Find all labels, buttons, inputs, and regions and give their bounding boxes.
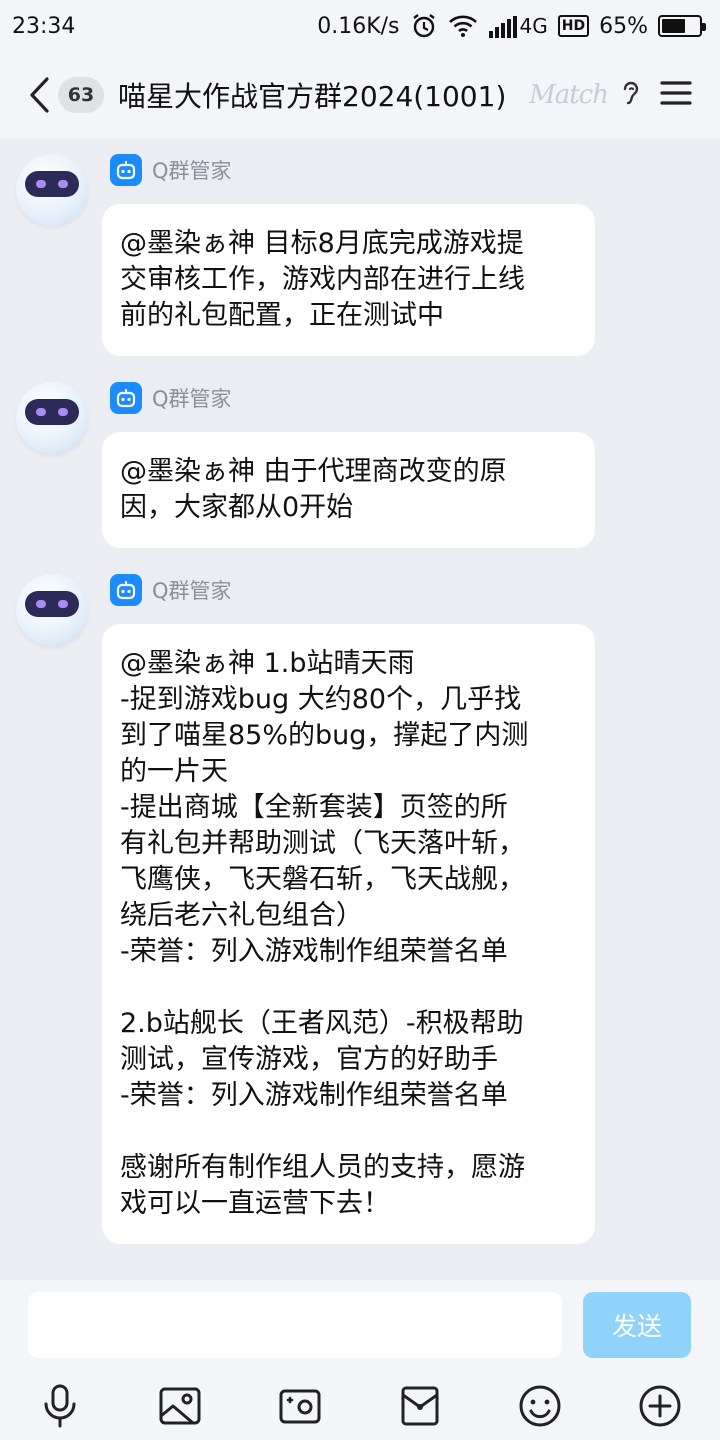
- microphone-icon[interactable]: [36, 1382, 84, 1430]
- message-line: 有礼包并帮助测试（飞天落叶斩，: [120, 828, 525, 859]
- message-line: 因，大家都从0开始: [120, 492, 354, 523]
- unread-count-badge[interactable]: 63: [58, 77, 104, 113]
- message-line: -荣誉：列入游戏制作组荣誉名单: [120, 1080, 508, 1111]
- avatar[interactable]: [16, 574, 88, 646]
- net-speed: 0.16K/s: [317, 13, 400, 39]
- message-line: [120, 1114, 577, 1150]
- sender-name: Q群管家: [152, 387, 232, 411]
- message-line: 的一片天: [120, 756, 228, 787]
- message-line: 测试，宣传游戏，官方的好助手: [120, 1044, 498, 1075]
- back-button[interactable]: [24, 73, 54, 117]
- battery-percent: 65%: [599, 13, 648, 39]
- message-line: 交审核工作，游戏内部在进行上线: [120, 264, 525, 295]
- input-toolbar: [0, 1376, 720, 1436]
- network-type: 4G: [519, 14, 548, 38]
- robot-icon: [110, 154, 142, 186]
- match-logo[interactable]: Match: [529, 80, 609, 110]
- message-line: 前的礼包配置，正在测试中: [120, 300, 444, 331]
- message-line: -荣誉：列入游戏制作组荣誉名单: [120, 936, 508, 967]
- sender-row: Q群管家: [110, 154, 232, 186]
- wifi-icon: [448, 14, 478, 38]
- message-line: @墨染ぁ神 目标8月底完成游戏提: [120, 228, 524, 259]
- message-line: 2.b站舰长（王者风范）-积极帮助: [120, 1008, 524, 1039]
- message-list[interactable]: Q群管家 @墨染ぁ神 目标8月底完成游戏提 交审核工作，游戏内部在进行上线 前的…: [0, 138, 720, 1280]
- sender-row: Q群管家: [110, 382, 232, 414]
- image-icon[interactable]: [156, 1382, 204, 1430]
- message-bubble[interactable]: @墨染ぁ神 1.b站晴天雨 -捉到游戏bug 大约80个，几乎找 到了喵星85%…: [102, 624, 595, 1244]
- message-line: -捉到游戏bug 大约80个，几乎找: [120, 684, 522, 715]
- message-bubble[interactable]: @墨染ぁ神 目标8月底完成游戏提 交审核工作，游戏内部在进行上线 前的礼包配置，…: [102, 204, 595, 356]
- battery-icon: [658, 15, 706, 37]
- sender-name: Q群管家: [152, 579, 232, 603]
- camera-icon[interactable]: [276, 1382, 324, 1430]
- status-bar: 23:34 0.16K/s 4G HD 65%: [0, 0, 720, 52]
- message-input[interactable]: [28, 1292, 562, 1358]
- emoji-icon[interactable]: [516, 1382, 564, 1430]
- ear-icon[interactable]: [620, 78, 642, 112]
- message-line: 感谢所有制作组人员的支持，愿游: [120, 1152, 525, 1183]
- status-indicators: 0.16K/s 4G HD 65%: [317, 12, 706, 40]
- signal-icon: 4G: [488, 14, 548, 38]
- robot-icon: [110, 574, 142, 606]
- message-line: 戏可以一直运营下去！: [120, 1188, 390, 1219]
- message-line: 到了喵星85%的bug，撑起了内测: [120, 720, 529, 751]
- message-line: -提出商城【全新套装】页签的所: [120, 792, 508, 823]
- avatar[interactable]: [16, 154, 88, 226]
- sender-name: Q群管家: [152, 159, 232, 183]
- message-line: 飞鹰侠，飞天磐石斩，飞天战舰，: [120, 864, 525, 895]
- battery-fill: [662, 19, 686, 33]
- hd-badge: HD: [557, 15, 590, 37]
- sender-row: Q群管家: [110, 574, 232, 606]
- input-area: 发送: [0, 1280, 720, 1440]
- red-packet-icon[interactable]: [396, 1382, 444, 1430]
- menu-icon[interactable]: [660, 80, 692, 110]
- plus-icon[interactable]: [636, 1382, 684, 1430]
- chat-header: 63 喵星大作战官方群2024(1001) Match: [0, 52, 720, 138]
- message-line: @墨染ぁ神 由于代理商改变的原: [120, 456, 507, 487]
- message-line: @墨染ぁ神 1.b站晴天雨: [120, 648, 415, 679]
- chevron-left-icon: [30, 77, 49, 113]
- message-bubble[interactable]: @墨染ぁ神 由于代理商改变的原 因，大家都从0开始: [102, 432, 595, 548]
- alarm-icon: [410, 12, 438, 40]
- avatar[interactable]: [16, 382, 88, 454]
- message-line: 绕后老六礼包组合）: [120, 900, 363, 931]
- send-button[interactable]: 发送: [583, 1292, 691, 1358]
- status-time: 23:34: [12, 13, 76, 39]
- page-title[interactable]: 喵星大作战官方群2024(1001): [118, 75, 521, 115]
- robot-icon: [110, 382, 142, 414]
- message-line: [120, 970, 577, 1006]
